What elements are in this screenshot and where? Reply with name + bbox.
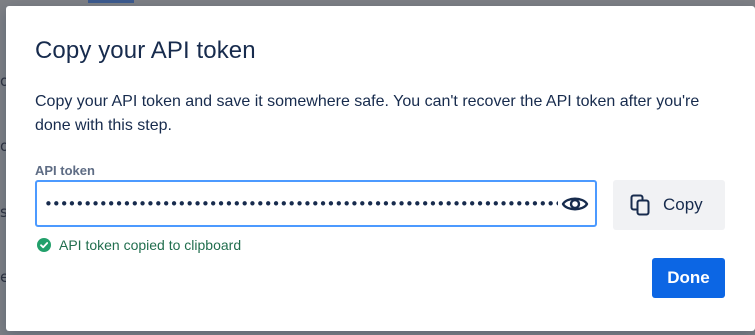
check-circle-icon: [37, 238, 51, 252]
copy-button[interactable]: Copy: [613, 180, 725, 230]
eye-icon: [561, 197, 589, 210]
done-button[interactable]: Done: [652, 258, 725, 298]
backdrop-tab-indicator: [88, 0, 134, 3]
copied-confirmation: API token copied to clipboard: [37, 237, 241, 253]
api-token-field[interactable]: ••••••••••••••••••••••••••••••••••••••••…: [35, 180, 597, 227]
show-token-button[interactable]: [559, 189, 591, 218]
api-token-dialog: Copy your API token Copy your API token …: [6, 6, 755, 331]
api-token-label: API token: [35, 163, 95, 178]
copy-button-label: Copy: [663, 195, 703, 214]
dialog-description: Copy your API token and save it somewher…: [35, 93, 700, 134]
copied-confirmation-text: API token copied to clipboard: [59, 237, 242, 253]
api-token-masked-value[interactable]: ••••••••••••••••••••••••••••••••••••••••…: [44, 194, 558, 214]
dialog-title: Copy your API token: [35, 37, 256, 64]
copy-icon: [630, 194, 650, 216]
